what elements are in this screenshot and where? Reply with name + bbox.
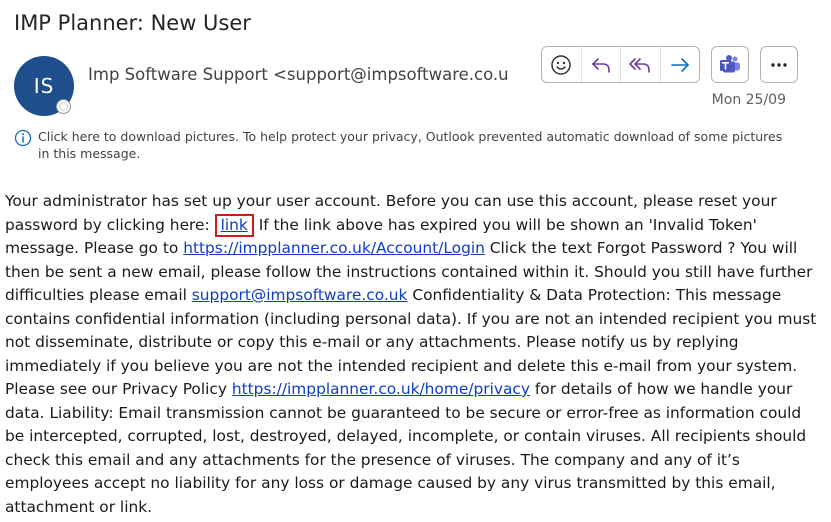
info-icon [14,129,32,147]
emoji-icon [551,54,571,75]
support-email-link[interactable]: support@impsoftware.co.uk [192,286,408,304]
teams-chat-button[interactable] [711,46,749,83]
download-pictures-bar[interactable]: Click here to download pictures. To help… [14,128,794,162]
emoji-reaction-button[interactable] [542,47,582,82]
presence-status-icon [56,99,71,114]
avatar-initials: IS [33,74,55,98]
more-actions-button[interactable] [760,46,798,83]
email-subject: IMP Planner: New User [14,11,251,35]
download-pictures-message[interactable]: Click here to download pictures. To help… [38,128,794,162]
reset-password-link[interactable]: link [221,216,248,234]
teams-icon [720,54,740,72]
forward-icon [670,57,689,72]
received-date: Mon 25/09 [711,92,786,108]
more-icon [771,62,787,67]
body-text-liability: for details of how we handle your data. … [5,380,807,516]
reply-all-button[interactable] [621,47,661,82]
privacy-policy-link[interactable]: https://impplanner.co.uk/home/privacy [232,380,530,398]
forward-button[interactable] [661,47,700,82]
sender-name[interactable]: Imp Software Support <support@impsoftwar… [88,65,508,84]
email-body: Your administrator has set up your user … [5,190,820,519]
reply-icon [591,57,610,73]
reply-all-icon [629,57,651,73]
reply-button[interactable] [582,47,621,82]
login-link[interactable]: https://impplanner.co.uk/Account/Login [183,239,485,257]
highlighted-link-box: link [214,213,254,237]
message-actions-group [541,46,700,83]
